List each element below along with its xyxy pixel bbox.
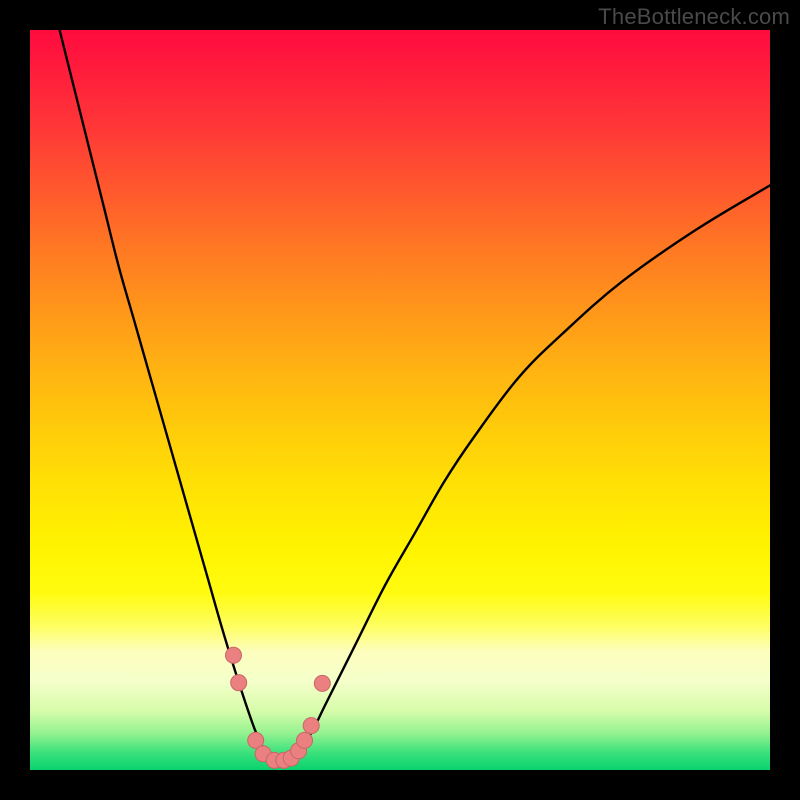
watermark-label: TheBottleneck.com [598,4,790,30]
highlight-dot [297,732,313,748]
highlight-dot [226,647,242,663]
highlight-dots [226,647,331,768]
highlight-dot [231,675,247,691]
highlight-dot [303,718,319,734]
bottleneck-curve [60,30,770,762]
curve-svg [30,30,770,770]
plot-area [30,30,770,770]
chart-frame: TheBottleneck.com [0,0,800,800]
highlight-dot [314,675,330,691]
